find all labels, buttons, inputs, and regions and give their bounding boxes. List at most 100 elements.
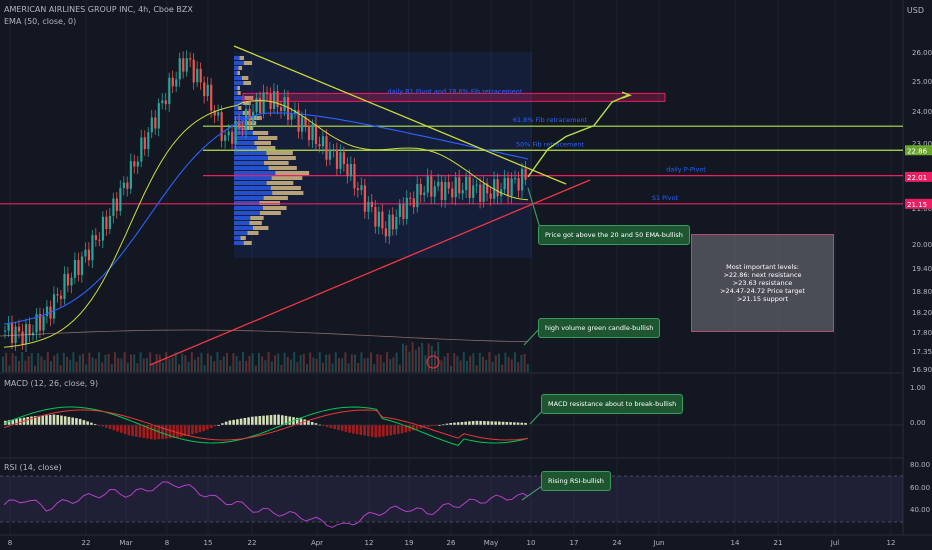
price-tick-label: 18.20 bbox=[912, 309, 932, 317]
volume-bar bbox=[334, 352, 337, 372]
macd-histogram-bar bbox=[280, 415, 284, 425]
volume-bar bbox=[114, 352, 116, 372]
macd-histogram-bar bbox=[269, 415, 273, 425]
candle-body bbox=[266, 92, 269, 94]
candle-body bbox=[80, 256, 84, 276]
macd-histogram-bar bbox=[142, 425, 146, 438]
time-tick-label: Jul bbox=[830, 539, 840, 547]
price-tick-label: 18.80 bbox=[912, 288, 932, 296]
volume-profile-bar bbox=[270, 186, 301, 190]
volume-bar bbox=[30, 353, 33, 372]
volume-bar bbox=[482, 356, 484, 372]
candle-body bbox=[241, 128, 244, 131]
volume-bar bbox=[146, 357, 148, 372]
rsi-legend[interactable]: RSI (14, close) bbox=[4, 463, 62, 472]
time-tick-label: 17 bbox=[570, 539, 579, 547]
price-tag-value: 22.86 bbox=[907, 147, 928, 155]
macd-histogram-bar bbox=[449, 422, 452, 425]
volume-bar bbox=[251, 353, 254, 372]
time-tick-label: May bbox=[484, 539, 498, 547]
macd-histogram-bar bbox=[513, 422, 516, 425]
macd-histogram-bar bbox=[453, 422, 456, 425]
volume-bar bbox=[206, 353, 209, 372]
volume-profile-bar bbox=[266, 181, 294, 185]
volume-profile-bar bbox=[234, 71, 238, 75]
macd-histogram-bar bbox=[344, 425, 348, 432]
symbol-title[interactable]: AMERICAN AIRLINES GROUP INC, 4h, Cboe BZ… bbox=[4, 5, 193, 14]
volume-bar bbox=[392, 357, 395, 372]
candle-body bbox=[182, 58, 185, 72]
macd-legend[interactable]: MACD (12, 26, close, 9) bbox=[4, 379, 98, 388]
candle-body bbox=[199, 68, 202, 83]
volume-bar bbox=[395, 352, 398, 372]
macd-histogram-bar bbox=[135, 425, 138, 437]
candle-body bbox=[279, 107, 283, 112]
macd-histogram-bar bbox=[325, 425, 329, 428]
time-tick-label: 14 bbox=[731, 539, 740, 547]
volume-bar bbox=[62, 352, 65, 372]
volume-bar bbox=[27, 356, 30, 372]
macd-histogram-bar bbox=[479, 420, 482, 425]
candle-body bbox=[314, 124, 318, 144]
macd-histogram-bar bbox=[288, 416, 292, 425]
time-tick-label: 12 bbox=[887, 539, 896, 547]
candle-body bbox=[143, 137, 146, 150]
volume-bar bbox=[523, 353, 526, 372]
volume-bar bbox=[229, 365, 232, 372]
macd-histogram-bar bbox=[120, 425, 123, 433]
volume-bar bbox=[485, 359, 488, 372]
candle-body bbox=[126, 182, 129, 189]
macd-histogram-bar bbox=[52, 414, 56, 425]
volume-bar bbox=[168, 358, 171, 372]
volume-bar bbox=[517, 362, 520, 372]
volume-bar bbox=[318, 352, 321, 372]
volume-bar bbox=[440, 360, 443, 372]
level-label: daily P-Pivot bbox=[666, 166, 706, 174]
candle-body bbox=[147, 132, 150, 150]
candle-body bbox=[154, 117, 157, 129]
volume-bar bbox=[411, 342, 414, 372]
volume-bar bbox=[152, 363, 155, 372]
volume-bar bbox=[98, 352, 100, 372]
volume-bar bbox=[254, 365, 257, 372]
macd-histogram-bar bbox=[82, 420, 86, 425]
ema-legend[interactable]: EMA (50, close, 0) bbox=[4, 17, 76, 26]
volume-bar bbox=[354, 354, 356, 372]
macd-histogram-bar bbox=[329, 425, 333, 429]
volume-bar bbox=[130, 354, 132, 372]
volume-bar bbox=[101, 362, 104, 372]
candle-body bbox=[84, 249, 87, 257]
macd-histogram-bar bbox=[48, 414, 52, 425]
time-tick-label: 22 bbox=[248, 539, 257, 547]
candle-body bbox=[451, 188, 454, 198]
macd-histogram-bar bbox=[176, 425, 179, 438]
candle-body bbox=[28, 324, 31, 336]
volume-bar bbox=[373, 363, 376, 372]
volume-bar bbox=[434, 351, 436, 372]
macd-histogram-bar bbox=[310, 421, 314, 425]
ema-callout: Price got above the 20 and 50 EMA-bullis… bbox=[538, 225, 690, 245]
volume-bar bbox=[37, 352, 40, 372]
volume-profile-bar bbox=[234, 176, 272, 180]
volume-callout: high volume green candle-bullish bbox=[538, 318, 661, 338]
time-tick-label: 10 bbox=[527, 539, 536, 547]
candle-body bbox=[507, 177, 510, 196]
volume-bar bbox=[14, 355, 17, 372]
candle-body bbox=[458, 177, 461, 194]
candle-body bbox=[136, 161, 139, 167]
candle-body bbox=[231, 131, 234, 144]
time-tick-label: 21 bbox=[774, 539, 783, 547]
time-tick-label: 19 bbox=[405, 539, 414, 547]
candle-body bbox=[311, 124, 314, 141]
candle-body bbox=[367, 201, 370, 212]
candle-body bbox=[395, 216, 398, 230]
volume-bar bbox=[405, 345, 408, 372]
candle-body bbox=[105, 216, 108, 229]
time-tick-label: 12 bbox=[365, 539, 374, 547]
candle-body bbox=[217, 112, 220, 116]
volume-profile-bar bbox=[234, 236, 241, 240]
candle-body bbox=[346, 164, 349, 177]
volume-bar bbox=[306, 364, 308, 372]
candle-body bbox=[7, 323, 10, 331]
volume-bar bbox=[171, 357, 174, 372]
